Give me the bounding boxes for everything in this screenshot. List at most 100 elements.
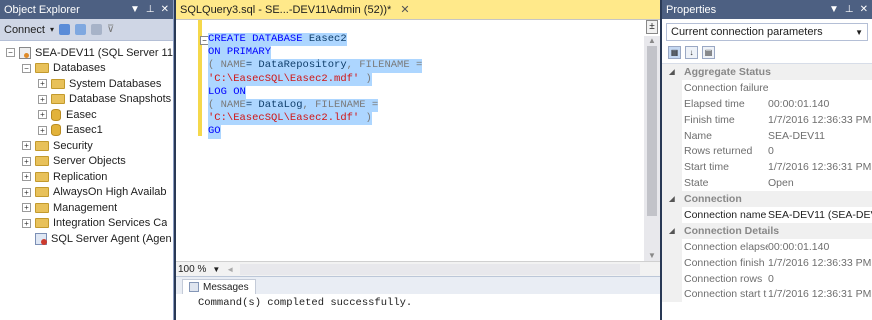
expand-icon[interactable]: + — [22, 203, 31, 213]
expand-icon[interactable]: + — [38, 125, 47, 135]
database-icon — [51, 108, 61, 121]
disconnect-icon[interactable] — [75, 24, 86, 35]
expand-icon[interactable]: + — [22, 156, 31, 166]
property-value: 1/7/2016 12:36:31 PM — [768, 288, 872, 301]
tree-node-label: Server Objects — [53, 155, 126, 168]
property-pages-icon[interactable]: ▤ — [702, 45, 715, 59]
tree-node[interactable]: + Replication — [0, 169, 173, 185]
pin-icon[interactable]: ⊥ — [146, 4, 155, 15]
object-explorer-title: Object Explorer — [4, 3, 80, 16]
scroll-down-icon[interactable]: ▼ — [644, 251, 660, 261]
connect-button[interactable]: Connect — [4, 24, 45, 36]
property-name: Connection failure — [684, 81, 768, 94]
expand-icon[interactable]: + — [22, 141, 31, 151]
alphabetical-icon[interactable]: ↓ — [685, 45, 698, 59]
folder-icon — [51, 94, 65, 105]
scroll-thumb[interactable] — [647, 46, 657, 216]
property-value: SEA-DEV11 — [768, 129, 825, 142]
property-row[interactable]: Connection elapsed 00:00:01.140 — [662, 238, 872, 255]
collapse-category-icon[interactable]: ◢ — [662, 195, 682, 203]
code-line: ( NAME= DataRepository, FILENAME = — [208, 59, 423, 73]
categorized-icon[interactable]: ▦ — [668, 45, 681, 59]
property-row[interactable]: Connection failure — [662, 79, 872, 96]
folder-icon — [51, 78, 65, 89]
tab-messages[interactable]: Messages — [182, 279, 256, 294]
property-row[interactable]: Name SEA-DEV11 — [662, 127, 872, 144]
dropdown-icon[interactable]: ▼ — [130, 4, 140, 15]
query-editor-panel: SQLQuery3.sql - SE...-DEV11\Admin (52))*… — [176, 0, 660, 320]
property-name: Connection rows — [684, 272, 763, 285]
tree-node[interactable]: + Management — [0, 200, 173, 216]
tree-node[interactable]: SQL Server Agent (Agen — [0, 231, 173, 247]
expand-icon[interactable]: + — [22, 172, 31, 182]
property-row[interactable]: Connection rows 0 — [662, 270, 872, 287]
stop-icon[interactable] — [91, 24, 102, 35]
tree-node[interactable]: + Easec — [0, 107, 173, 123]
close-icon[interactable]: ✕ — [161, 4, 169, 15]
property-category[interactable]: ◢ Connection — [662, 191, 872, 208]
object-explorer-tree: − SEA-DEV11 (SQL Server 11. − Databases + Sys… — [0, 41, 173, 247]
editor-horizontal-scrollbar[interactable] — [240, 263, 640, 275]
pin-icon[interactable]: ⊥ — [845, 4, 854, 15]
expand-icon[interactable]: + — [22, 218, 31, 228]
expand-icon[interactable]: + — [38, 110, 47, 120]
object-explorer-toolbar: Connect ▾ ⊽ — [0, 19, 173, 41]
tree-node[interactable]: + Database Snapshots — [0, 92, 173, 108]
editor-vertical-scrollbar[interactable]: ▲ ▼ — [644, 36, 660, 261]
tree-node-label: AlwaysOn High Availab — [53, 186, 167, 199]
property-row[interactable]: Rows returned 0 — [662, 143, 872, 160]
collapse-category-icon[interactable]: ◢ — [662, 68, 682, 76]
collapse-icon[interactable]: − — [22, 63, 31, 73]
zoom-dropdown-icon[interactable]: ▼ — [212, 265, 220, 274]
tree-node-label: Database Snapshots — [69, 93, 172, 106]
folder-icon — [35, 187, 49, 198]
property-row[interactable]: State Open — [662, 175, 872, 192]
property-row[interactable]: Connection nameSEA-DEV11 (SEA-DEV11 — [662, 207, 872, 223]
tree-node[interactable]: + Integration Services Ca — [0, 216, 173, 232]
tree-node[interactable]: − SEA-DEV11 (SQL Server 11. — [0, 45, 173, 61]
database-icon — [51, 124, 61, 137]
close-tab-icon[interactable]: ✕ — [400, 4, 409, 16]
dropdown-icon[interactable]: ▼ — [829, 4, 839, 15]
property-row[interactable]: Finish time 1/7/2016 12:36:33 PM — [662, 111, 872, 128]
folder-icon — [35, 63, 49, 74]
expand-icon[interactable]: + — [38, 79, 47, 89]
connect-db-icon[interactable] — [59, 24, 70, 35]
tree-node[interactable]: − Databases — [0, 61, 173, 77]
property-gutter — [662, 127, 682, 144]
tree-node[interactable]: + Security — [0, 138, 173, 154]
editor-tab-bar: SQLQuery3.sql - SE...-DEV11\Admin (52))*… — [176, 0, 660, 19]
scroll-left-icon[interactable]: ◄ — [226, 265, 234, 274]
property-name: Start time — [684, 161, 729, 174]
properties-object-select[interactable]: Current connection parameters ▼ — [666, 23, 868, 41]
property-row[interactable]: Connection start t 1/7/2016 12:36:31 PM — [662, 286, 872, 303]
tree-node-label: Replication — [53, 170, 108, 183]
property-category[interactable]: ◢ Connection Details — [662, 222, 872, 239]
expand-icon[interactable]: + — [38, 94, 47, 104]
zoom-level[interactable]: 100 % — [178, 264, 206, 275]
code-editor[interactable]: − CREATE DATABASE Easec2 ON PRIMARY ( NA… — [176, 19, 660, 261]
property-row[interactable]: Start time 1/7/2016 12:36:31 PM — [662, 159, 872, 176]
query-tab[interactable]: SQLQuery3.sql - SE...-DEV11\Admin (52))*… — [180, 3, 656, 16]
property-row[interactable]: Elapsed time 00:00:01.140 — [662, 95, 872, 112]
tree-node-label: SQL Server Agent (Agen — [51, 232, 172, 245]
tree-node[interactable]: + Server Objects — [0, 154, 173, 170]
property-name: Connection elapsed — [684, 240, 768, 253]
tree-node[interactable]: + System Databases — [0, 76, 173, 92]
property-row[interactable]: Connection finish 1/7/2016 12:36:33 PM — [662, 254, 872, 271]
properties-title: Properties — [666, 3, 717, 16]
tree-node-label: SEA-DEV11 (SQL Server 11. — [35, 46, 173, 59]
filter-icon[interactable]: ⊽ — [107, 24, 114, 35]
tree-node[interactable]: + Easec1 — [0, 123, 173, 139]
property-gutter — [662, 111, 682, 128]
split-editor-icon[interactable]: ± — [646, 20, 658, 34]
tree-node[interactable]: + AlwaysOn High Availab — [0, 185, 173, 201]
connect-dropdown-icon[interactable]: ▾ — [50, 25, 54, 34]
collapse-category-icon[interactable]: ◢ — [662, 227, 682, 235]
close-icon[interactable]: ✕ — [860, 4, 868, 15]
expand-icon[interactable]: + — [22, 187, 31, 197]
collapse-icon[interactable]: − — [6, 48, 15, 58]
property-category[interactable]: ◢ Aggregate Status — [662, 64, 872, 80]
tree-node-label: Security — [53, 139, 93, 152]
scroll-up-icon[interactable]: ▲ — [644, 36, 660, 46]
